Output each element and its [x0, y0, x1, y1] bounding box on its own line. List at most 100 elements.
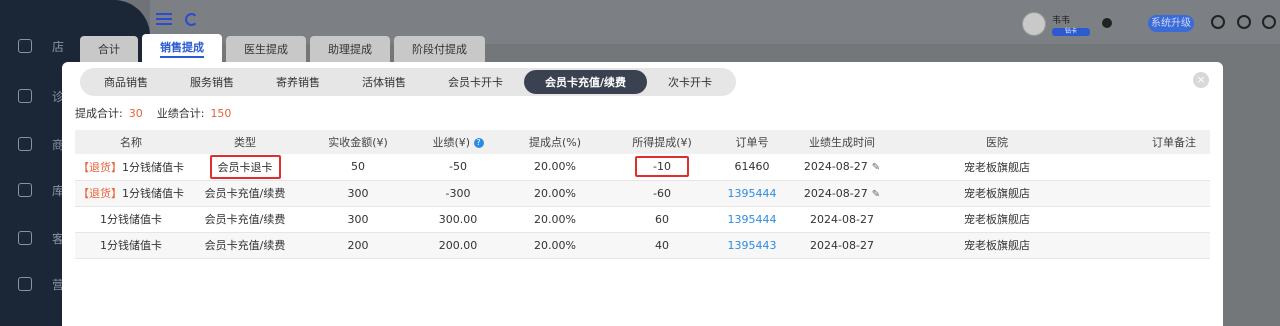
cell-name: 1分钱储值卡	[75, 206, 187, 233]
cell-rate: 20.00%	[503, 206, 607, 233]
col-performance-label: 业绩(¥)	[432, 136, 471, 149]
table-row: 1分钱储值卡 会员卡充值/续费 300 300.00 20.00% 60 139…	[75, 206, 1210, 233]
highlight-box-type: 会员卡退卡	[209, 154, 281, 179]
cell-order: 1395444	[717, 206, 787, 233]
commission-total: 提成合计: 30	[75, 105, 143, 121]
cell-rate: 20.00%	[503, 154, 607, 181]
tab-total[interactable]: 合计	[80, 36, 138, 62]
cell-name: 【退货】1分钱储值卡	[75, 180, 187, 207]
clock-icon[interactable]	[1262, 15, 1276, 29]
cell-commission: -60	[607, 180, 717, 207]
col-name: 名称	[75, 130, 187, 154]
tab-label: 医生提成	[244, 43, 288, 56]
bag-icon	[18, 137, 32, 151]
cell-amount: 300	[303, 180, 413, 207]
commission-total-value: 30	[128, 107, 143, 120]
box-icon	[18, 183, 32, 197]
cell-hospital: 宠老板旗舰店	[897, 206, 1097, 233]
cell-time: 2024-08-27 ✎	[787, 180, 897, 207]
chevron-down-icon[interactable]	[1102, 18, 1112, 28]
return-tag: 【退货】	[78, 187, 122, 200]
cell-commission: -10	[607, 154, 717, 181]
col-hospital: 医院	[897, 130, 1097, 154]
sidebar-item-label: 店	[52, 39, 65, 54]
edit-icon[interactable]: ✎	[872, 189, 880, 200]
cell-note	[1097, 206, 1210, 233]
help-icon[interactable]: ?	[473, 138, 484, 148]
cell-time: 2024-08-27	[787, 206, 897, 233]
outer-tab-strip: 合计 销售提成 医生提成 助理提成 阶段付提成	[80, 34, 485, 62]
sub-tab-card-open[interactable]: 会员卡开卡	[427, 70, 524, 94]
col-type: 类型	[187, 130, 303, 154]
order-link[interactable]: 1395443	[728, 239, 777, 252]
home-icon	[18, 39, 32, 53]
cell-time: 2024-08-27	[787, 232, 897, 259]
performance-total-label: 业绩合计:	[156, 107, 205, 120]
table-row: 【退货】1分钱储值卡 会员卡充值/续费 300 -300 20.00% -60 …	[75, 180, 1210, 207]
return-tag: 【退货】	[78, 160, 122, 174]
refresh-icon[interactable]	[185, 13, 198, 26]
user-badge: 钻卡	[1052, 28, 1090, 36]
bell-icon[interactable]	[1211, 15, 1225, 29]
cell-hospital: 宠老板旗舰店	[897, 232, 1097, 259]
avatar[interactable]	[1022, 12, 1046, 36]
tab-doctor-commission[interactable]: 医生提成	[226, 36, 306, 62]
col-performance: 业绩(¥) ?	[413, 130, 503, 154]
cell-type: 会员卡退卡	[187, 154, 303, 181]
order-link[interactable]: 1395444	[728, 187, 777, 200]
col-rate: 提成点(%)	[503, 130, 607, 154]
cell-performance: 300.00	[413, 206, 503, 233]
time-text: 2024-08-27	[803, 186, 868, 200]
menu-icon[interactable]	[156, 13, 172, 25]
sub-tab-service-sales[interactable]: 服务销售	[169, 70, 255, 94]
cell-order: 61460	[717, 154, 787, 181]
highlight-box-commission: -10	[635, 156, 689, 178]
cell-type: 会员卡充值/续费	[187, 232, 303, 259]
cell-order: 1395443	[717, 232, 787, 259]
cell-note	[1097, 180, 1210, 207]
performance-total-value: 150	[210, 107, 232, 120]
summary-bar: 提成合计: 30 业绩合计: 150	[75, 105, 231, 121]
tab-label: 销售提成	[160, 39, 204, 58]
table-header-row: 名称 类型 实收金额(¥) 业绩(¥) ? 提成点(%) 所得提成(¥) 订单号…	[75, 130, 1210, 154]
cell-commission: 40	[607, 232, 717, 259]
tab-label: 合计	[98, 43, 120, 56]
cell-amount: 300	[303, 206, 413, 233]
sub-tab-count-card-open[interactable]: 次卡开卡	[647, 70, 733, 94]
time-text: 2024-08-27	[803, 160, 868, 174]
cell-rate: 20.00%	[503, 180, 607, 207]
cell-type: 会员卡充值/续费	[187, 206, 303, 233]
tab-sales-commission[interactable]: 销售提成	[142, 34, 222, 62]
cell-time: 2024-08-27 ✎	[787, 154, 897, 181]
tab-assistant-commission[interactable]: 助理提成	[310, 36, 390, 62]
sub-tab-card-recharge[interactable]: 会员卡充值/续费	[524, 70, 648, 94]
sub-tab-boarding-sales[interactable]: 寄养销售	[255, 70, 341, 94]
briefcase-icon	[18, 89, 32, 103]
upgrade-button[interactable]: 系统升级	[1148, 15, 1194, 32]
cell-type: 会员卡充值/续费	[187, 180, 303, 207]
cell-name: 【退货】1分钱储值卡	[75, 154, 187, 181]
cell-order: 1395444	[717, 180, 787, 207]
col-order: 订单号	[717, 130, 787, 154]
commission-table: 名称 类型 实收金额(¥) 业绩(¥) ? 提成点(%) 所得提成(¥) 订单号…	[75, 130, 1210, 259]
user-name: 韦韦	[1052, 16, 1071, 26]
col-time: 业绩生成时间	[787, 130, 897, 154]
sub-tab-goods-sales[interactable]: 商品销售	[83, 70, 169, 94]
edit-icon[interactable]: ✎	[872, 162, 880, 173]
cell-hospital: 宠老板旗舰店	[897, 180, 1097, 207]
cell-performance: -50	[413, 154, 503, 181]
tab-stage-commission[interactable]: 阶段付提成	[394, 36, 485, 62]
cell-performance: 200.00	[413, 232, 503, 259]
cell-name: 1分钱储值卡	[75, 232, 187, 259]
performance-total: 业绩合计: 150	[157, 105, 232, 121]
cell-performance: -300	[413, 180, 503, 207]
commission-total-label: 提成合计:	[75, 107, 123, 120]
cell-note	[1097, 154, 1210, 181]
cell-amount: 200	[303, 232, 413, 259]
headset-icon[interactable]	[1237, 15, 1251, 29]
table-row: 【退货】1分钱储值卡 会员卡退卡 50 -50 20.00% -10 61460…	[75, 154, 1210, 181]
sub-tab-live-sales[interactable]: 活体销售	[341, 70, 427, 94]
close-icon[interactable]: ×	[1193, 72, 1209, 88]
order-link[interactable]: 1395444	[728, 213, 777, 226]
sub-tab-bar: 商品销售 服务销售 寄养销售 活体销售 会员卡开卡 会员卡充值/续费 次卡开卡	[80, 68, 737, 96]
